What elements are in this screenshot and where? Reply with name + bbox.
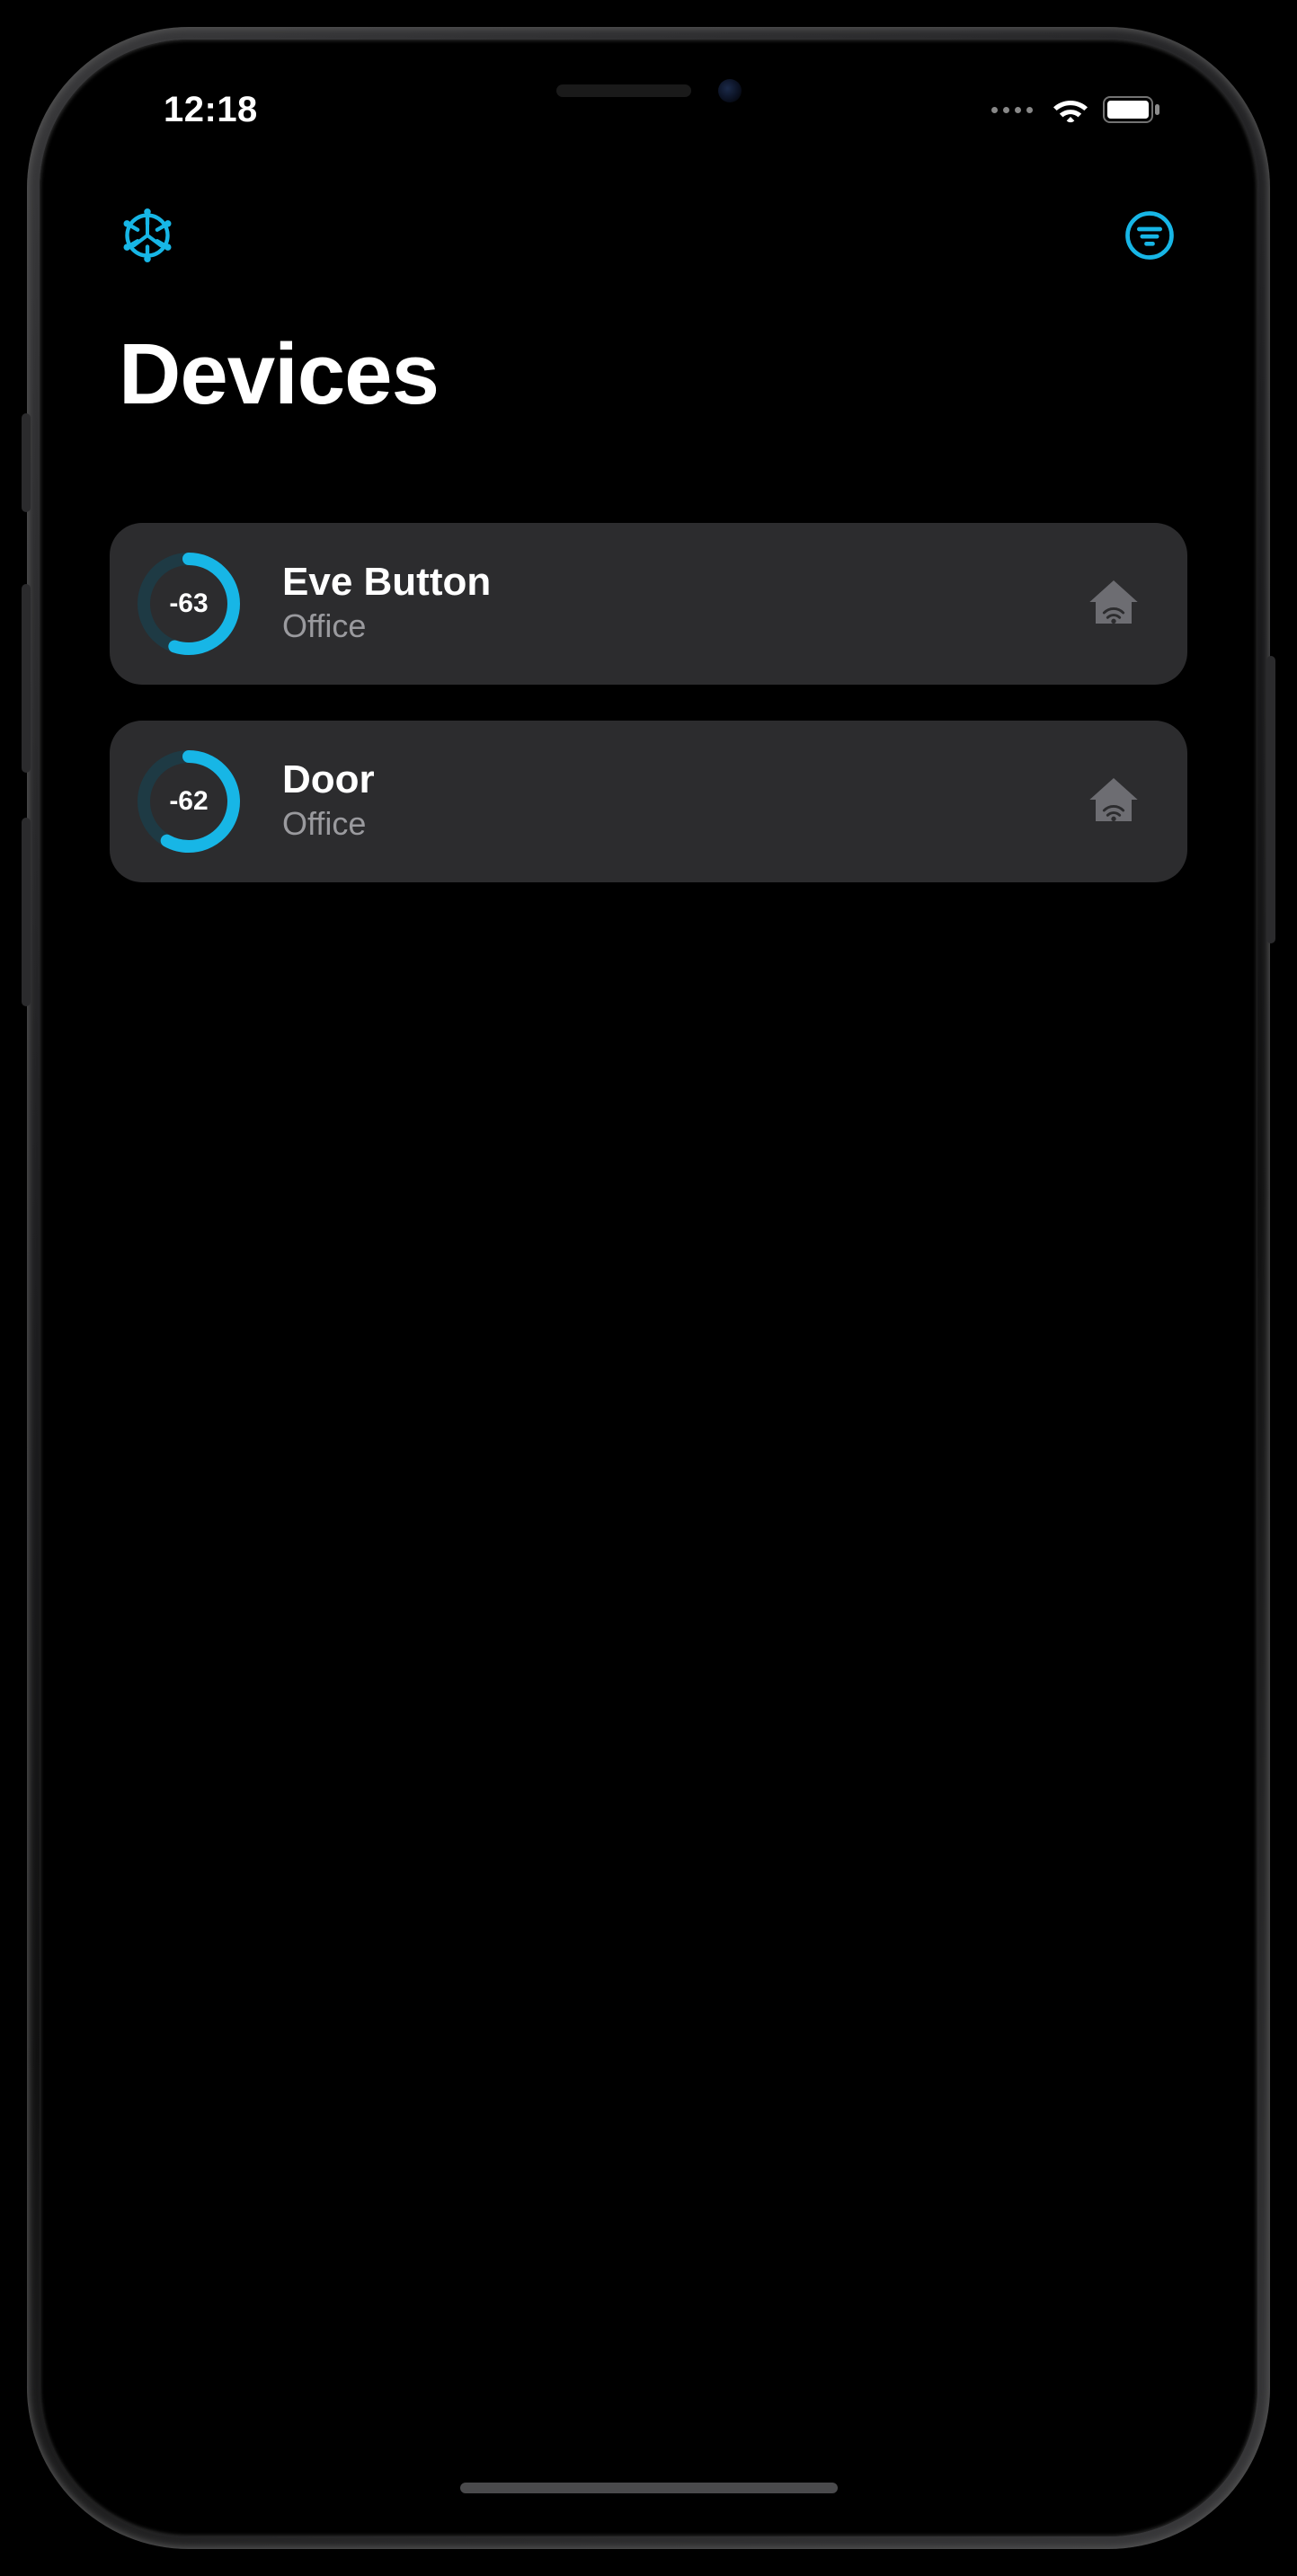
filter-icon <box>1124 210 1175 265</box>
home-icon <box>1085 771 1142 833</box>
volume-down-button <box>22 818 31 1006</box>
mute-switch <box>22 413 31 512</box>
page-title: Devices <box>119 325 439 424</box>
device-row[interactable]: -62 Door Office <box>110 721 1187 882</box>
device-row[interactable]: -63 Eve Button Office <box>110 523 1187 685</box>
battery-icon <box>1103 96 1160 123</box>
wifi-icon <box>1053 96 1088 123</box>
filter-button[interactable] <box>1121 208 1178 266</box>
status-time: 12:18 <box>164 90 258 130</box>
device-room: Office <box>282 606 1085 648</box>
speaker-grille <box>556 84 691 97</box>
device-room: Office <box>282 803 1085 845</box>
cellular-dots-icon <box>991 107 1033 113</box>
nav-bar <box>56 208 1241 266</box>
home-indicator[interactable] <box>460 2483 838 2493</box>
signal-value: -62 <box>135 748 243 855</box>
status-right <box>991 96 1160 123</box>
device-text: Eve Button Office <box>282 560 1085 647</box>
signal-ring: -62 <box>135 748 243 855</box>
phone-frame: 12:18 <box>27 27 1270 2549</box>
volume-up-button <box>22 584 31 773</box>
device-text: Door Office <box>282 757 1085 845</box>
signal-value: -63 <box>135 550 243 658</box>
settings-button[interactable] <box>119 208 176 266</box>
home-icon <box>1085 573 1142 635</box>
side-button <box>1266 656 1275 943</box>
front-camera <box>718 79 742 102</box>
device-name: Eve Button <box>282 560 1085 606</box>
screen: 12:18 <box>56 56 1241 2520</box>
phone-bezel: 12:18 <box>40 40 1257 2536</box>
device-list: -63 Eve Button Office -62 Door <box>110 523 1187 882</box>
device-name: Door <box>282 757 1085 803</box>
signal-ring: -63 <box>135 550 243 658</box>
gear-icon <box>120 208 174 267</box>
notch <box>406 56 892 126</box>
